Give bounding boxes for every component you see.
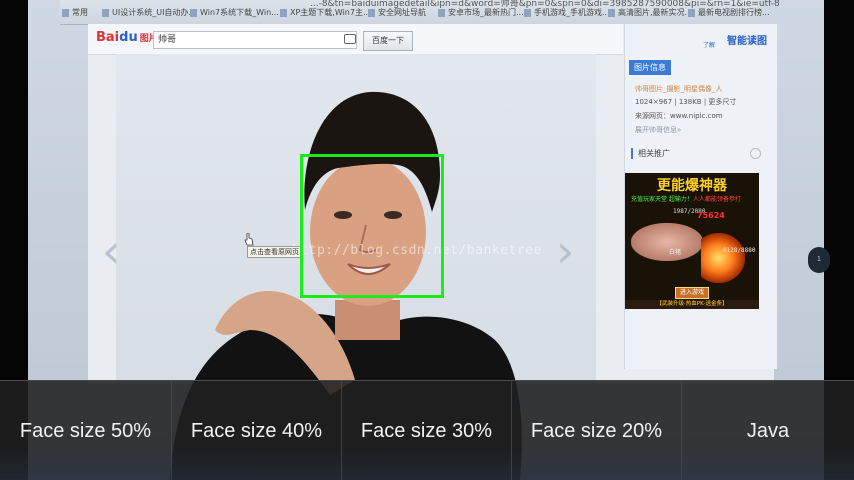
- learn-link: 了解: [702, 42, 715, 49]
- ad-title: 更能爆神器: [657, 178, 727, 194]
- face-detection-box: [300, 154, 444, 298]
- ad-tagline: 充值玩家天堂 超输力！人人都能领备参打: [631, 196, 741, 203]
- baidu-search-input: 帅哥: [153, 31, 357, 49]
- smart-read-title: 智能读图: [727, 36, 767, 47]
- source-tooltip: 点击查看原网页: [247, 246, 302, 258]
- image-info-header: 图片信息: [629, 60, 671, 75]
- browser-tabbar: ...-8&tn=baiduimagedetail&ipn=d&word=帅哥&…: [60, 0, 780, 25]
- image-info-source: 来源网页：www.nipic.com: [635, 112, 723, 120]
- browser-tab: 最新电视剧排行榜...: [686, 6, 772, 20]
- related-promo-header: 相关推广: [631, 148, 670, 159]
- ad-label: 白猪: [669, 249, 682, 256]
- browser-tab: 手机游戏_手机游戏...: [522, 6, 618, 20]
- hand-cursor-icon: [244, 233, 254, 246]
- close-icon: [750, 148, 761, 159]
- camera-preview: ...-8&tn=baiduimagedetail&ipn=d&word=帅哥&…: [0, 0, 854, 480]
- browser-tab: UI设计系统_UI自动办...: [100, 6, 200, 20]
- baidu-search-button: 百度一下: [363, 31, 413, 51]
- baidu-searchbar: Baidu 图片 帅哥 百度一下: [88, 24, 623, 55]
- next-arrow-icon: ›: [556, 224, 575, 278]
- smart-read-panel: 了解 智能读图 图片信息 帅哥图片_摄影_明星偶像_人 1024×967 | 1…: [624, 24, 777, 369]
- browser-tab: Win7系统下载_Win...: [188, 6, 290, 20]
- edge-round-button: 1: [808, 247, 830, 273]
- camera-search-icon: [344, 34, 356, 44]
- prev-arrow-icon: ‹: [102, 224, 121, 278]
- image-info-title: 帅哥图片_摄影_明星偶像_人: [635, 85, 723, 93]
- ad-damage-number: 75624: [697, 211, 725, 220]
- image-info-more: 展开帅哥信息»: [635, 126, 682, 134]
- browser-tab: 高清图片,最新实况...: [606, 6, 698, 20]
- taskbar-reflection: [0, 450, 854, 480]
- ad-pig-icon: [631, 223, 703, 261]
- image-info-dims: 1024×967 | 138KB | 更多尺寸: [635, 98, 737, 106]
- ad-footer: 【武装升级·热血PK·送金条】: [625, 300, 759, 309]
- game-ad: 更能爆神器 充值玩家天堂 超输力！人人都能领备参打 1987/2080 7562…: [625, 173, 759, 309]
- browser-tab: 安卓市场_最新热门...: [436, 6, 534, 20]
- baidu-logo: Baidu 图片: [96, 30, 158, 45]
- ad-fire-icon: [701, 233, 745, 283]
- ad-play-button: 进入游戏: [675, 287, 709, 299]
- browser-tab: XP主题下载,Win7主...: [278, 6, 378, 20]
- ad-label: 0128/8880: [723, 247, 756, 254]
